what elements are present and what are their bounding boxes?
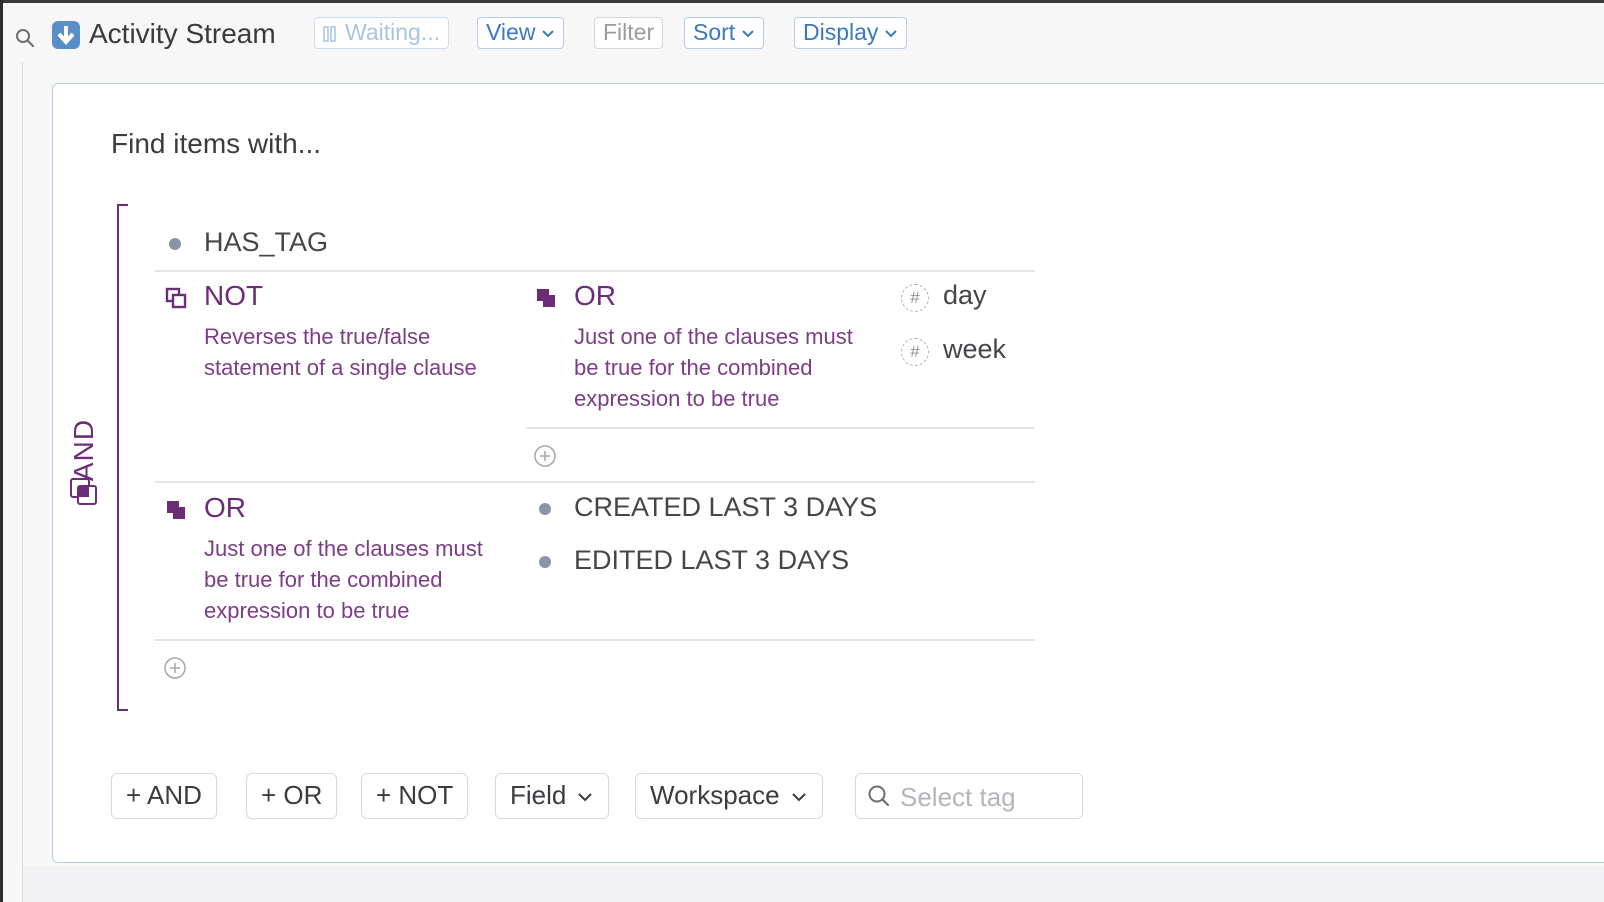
hashtag-icon: #	[901, 284, 929, 312]
chevron-down-icon	[578, 793, 593, 802]
divider	[526, 427, 1035, 429]
field-dropdown[interactable]: Field	[495, 773, 610, 819]
filter-button[interactable]: Filter	[594, 17, 664, 49]
tag-week[interactable]: week	[943, 334, 1006, 365]
created-last-3-days-clause[interactable]: CREATED LAST 3 DAYS	[574, 492, 877, 523]
plus-circle-icon[interactable]	[164, 657, 186, 679]
or-icon[interactable]	[165, 499, 187, 521]
sort-button[interactable]: Sort	[684, 17, 765, 49]
edited-last-3-days-clause[interactable]: EDITED LAST 3 DAYS	[574, 545, 849, 576]
chevron-down-icon	[542, 30, 555, 38]
tag-day[interactable]: day	[943, 280, 987, 311]
add-not-button[interactable]: + NOT	[361, 773, 469, 819]
or-operator-title[interactable]: OR	[574, 280, 616, 312]
sidebar-divider	[22, 62, 23, 902]
pause-icon	[323, 26, 336, 42]
query-builder-panel: Find items with... AND HAS_TAG NOT Rever…	[52, 83, 1604, 863]
search-icon[interactable]	[12, 25, 38, 51]
or-operator-description: Just one of the clauses must be true for…	[204, 536, 483, 623]
header: Activity Stream Waiting... View Filter S…	[0, 3, 1604, 65]
view-button[interactable]: View	[477, 17, 565, 49]
bullet-dot	[539, 556, 551, 568]
add-or-button[interactable]: + OR	[246, 773, 338, 819]
chevron-down-icon	[742, 30, 754, 38]
status-area	[23, 866, 1604, 902]
display-button[interactable]: Display	[794, 17, 908, 49]
not-operator-description: Reverses the true/false statement of a s…	[204, 324, 477, 380]
hashtag-icon: #	[901, 338, 929, 366]
or-icon[interactable]	[535, 287, 557, 309]
divider	[155, 270, 1035, 272]
has-tag-clause[interactable]: HAS_TAG	[204, 227, 328, 258]
divider	[155, 481, 1035, 483]
sort-label: Sort	[693, 19, 736, 45]
field-label: Field	[510, 780, 567, 810]
waiting-button[interactable]: Waiting...	[314, 17, 450, 49]
workspace-label: Workspace	[650, 780, 780, 810]
search-icon	[868, 785, 890, 807]
view-label: View	[486, 19, 536, 45]
not-icon[interactable]	[165, 287, 187, 309]
chevron-down-icon	[885, 30, 898, 38]
download-icon	[52, 21, 80, 49]
or-operator-title[interactable]: OR	[204, 492, 246, 524]
add-and-button[interactable]: + AND	[111, 773, 217, 819]
not-operator-title[interactable]: NOT	[204, 280, 263, 312]
and-group-bracket	[117, 204, 128, 711]
chevron-down-icon	[791, 793, 806, 802]
or-operator-description: Just one of the clauses must be true for…	[574, 324, 853, 411]
and-icon[interactable]	[69, 477, 99, 507]
filter-label: Filter	[603, 19, 655, 45]
select-tag-input[interactable]	[898, 780, 1072, 814]
waiting-label: Waiting...	[345, 19, 441, 45]
window-left-edge	[0, 0, 3, 902]
bullet-dot	[539, 503, 551, 515]
bullet-dot	[169, 238, 181, 250]
page-title: Activity Stream	[89, 18, 276, 49]
select-tag-field[interactable]	[855, 773, 1083, 819]
divider	[155, 639, 1035, 641]
plus-circle-icon[interactable]	[534, 445, 556, 467]
query-heading: Find items with...	[111, 128, 322, 159]
workspace-dropdown[interactable]: Workspace	[635, 773, 823, 819]
display-label: Display	[803, 19, 879, 45]
